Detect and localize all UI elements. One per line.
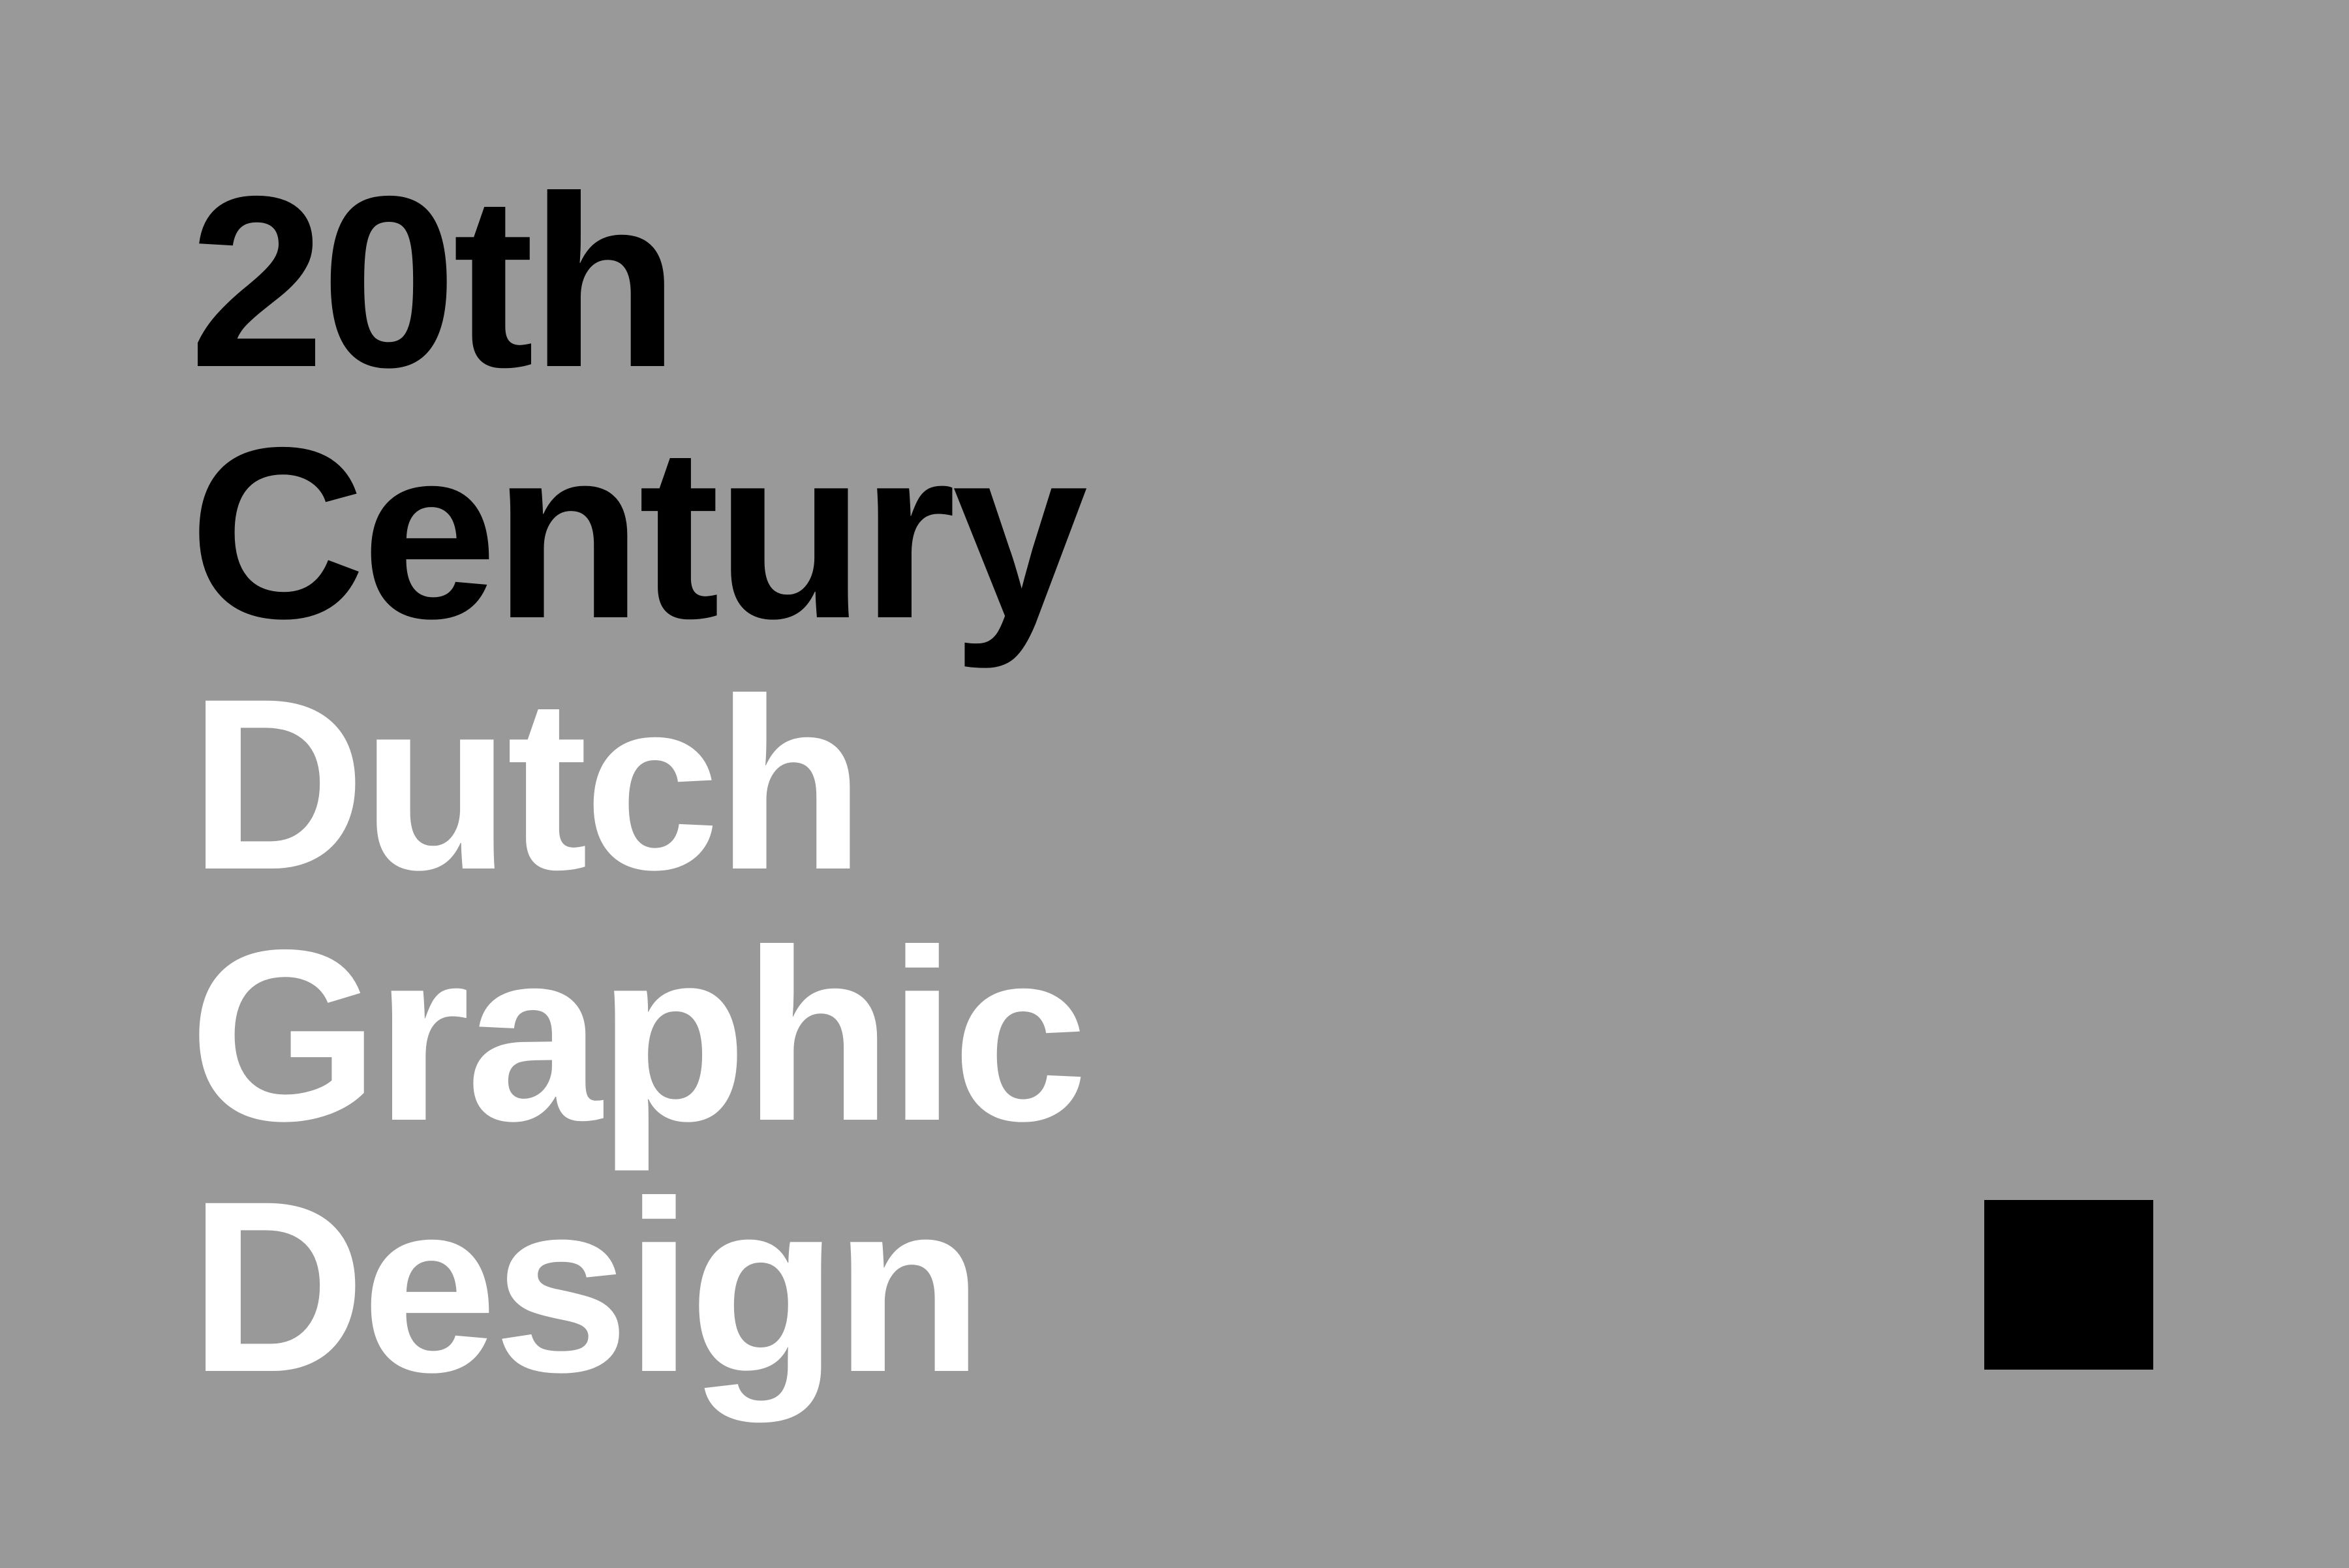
title-line-dutch: Dutch	[189, 648, 865, 921]
black-square-accent	[1984, 1200, 2153, 1370]
title-line-graphic: Graphic	[189, 899, 1088, 1172]
title-line-20th: 20th	[189, 146, 679, 418]
title-line-design: Design	[189, 1150, 983, 1423]
title-line-century: Century	[189, 397, 1088, 669]
poster-canvas: { "poster": { "background_color": "#9999…	[0, 0, 2349, 1568]
poster-title: 20th Century Dutch Graphic Design	[189, 146, 1088, 1423]
